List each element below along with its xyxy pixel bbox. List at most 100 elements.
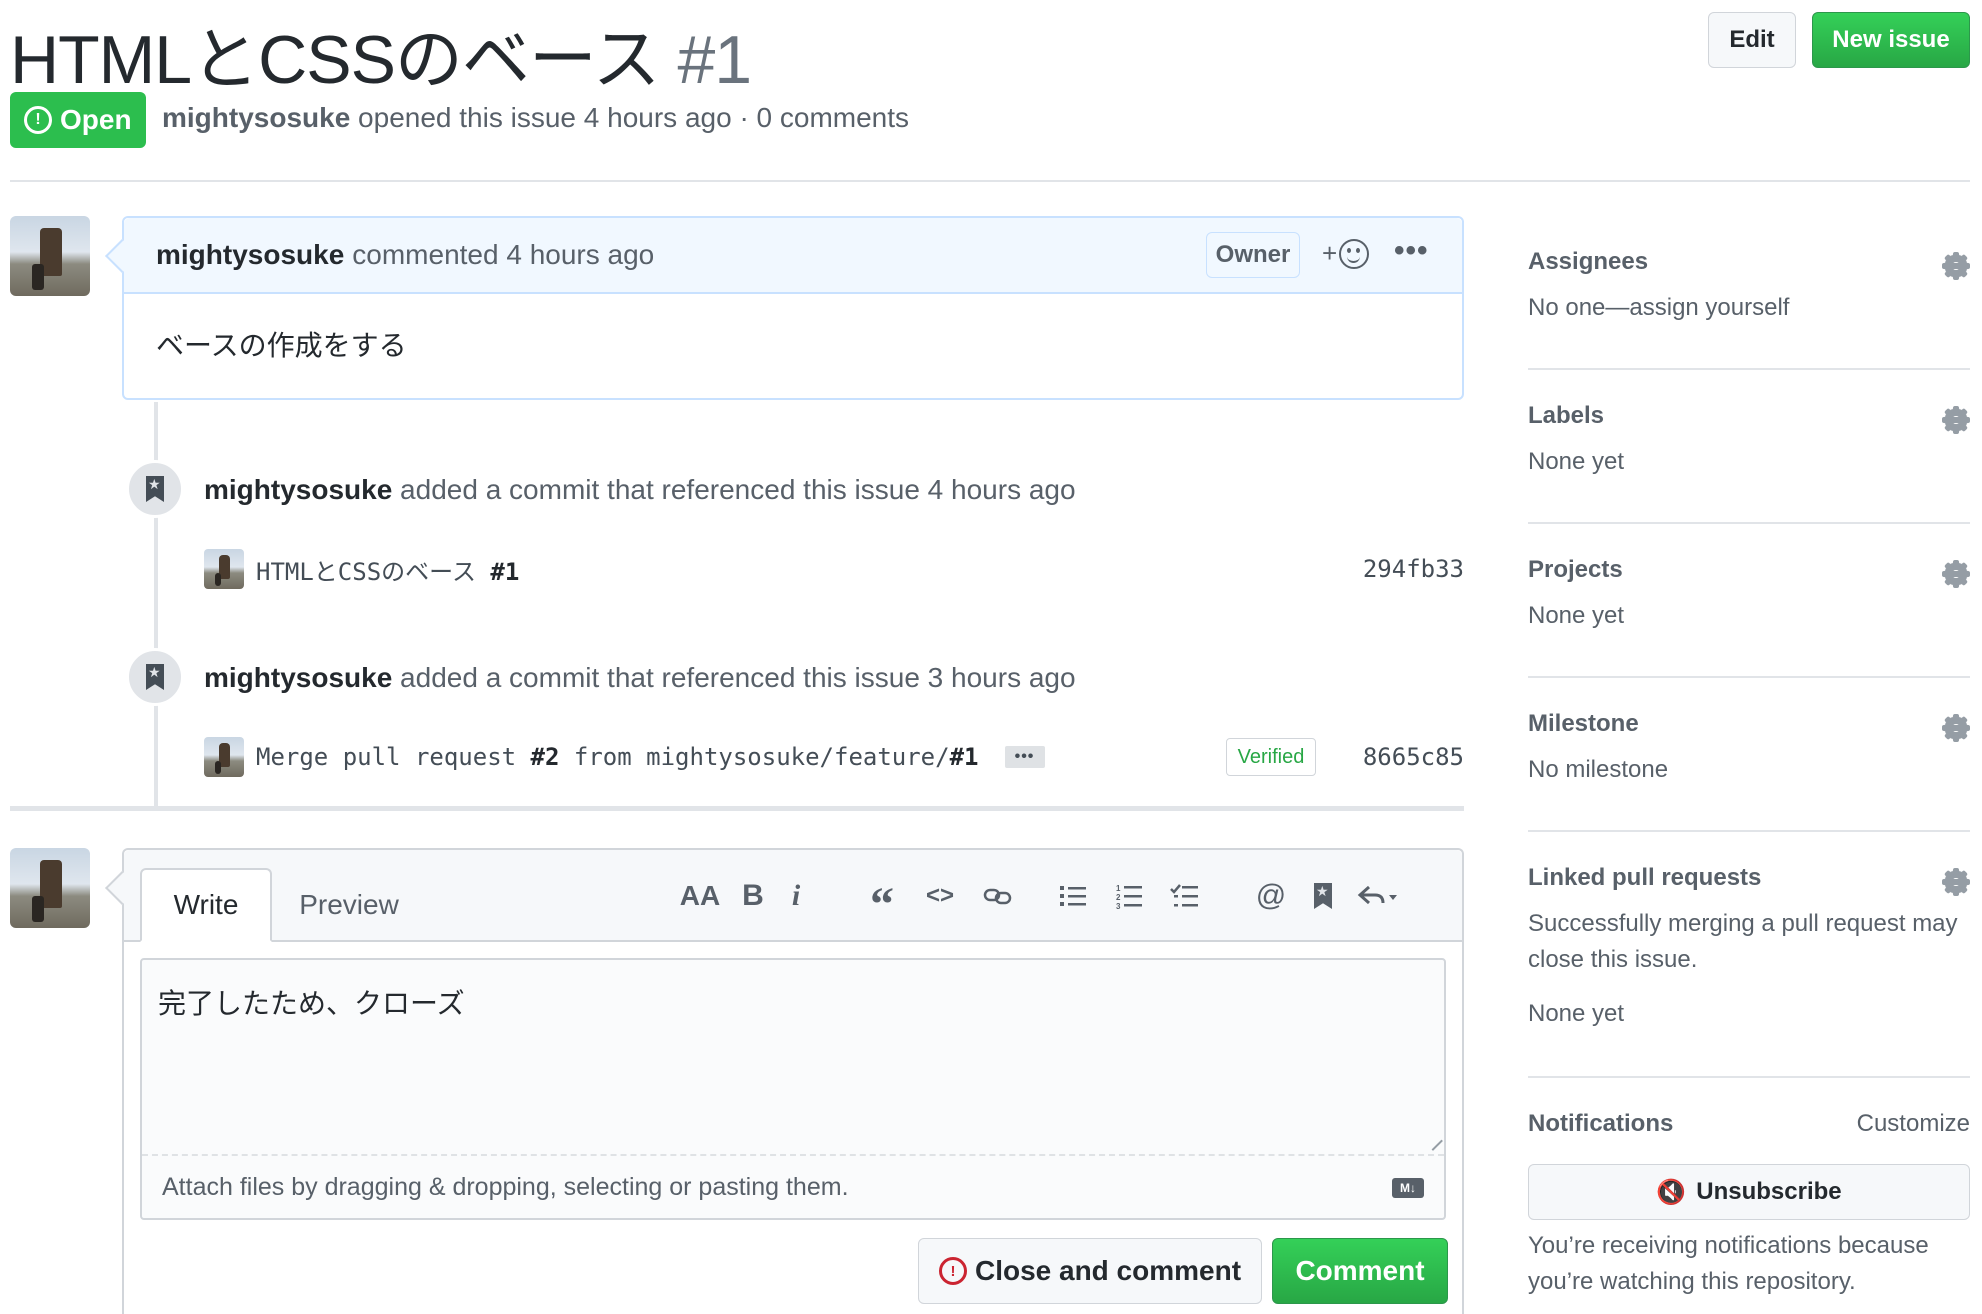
add-reaction-button[interactable]: +: [1322, 238, 1370, 269]
resize-handle[interactable]: [1423, 1131, 1443, 1151]
commit-row: HTMLとCSSのベース #1 294fb33: [204, 548, 1464, 590]
commit-issue-ref[interactable]: #1: [490, 558, 519, 586]
status-badge: ! Open: [10, 92, 146, 148]
commit-message-text[interactable]: from mightysosuke/feature/: [559, 743, 950, 771]
heading-icon[interactable]: AA: [680, 876, 720, 916]
issue-title: HTMLとCSSのベース #1: [10, 4, 752, 103]
ordered-list-icon[interactable]: 123: [1112, 876, 1146, 916]
milestone-heading[interactable]: Milestone: [1528, 710, 1970, 738]
gear-icon[interactable]: [1942, 406, 1970, 434]
linked-prs-desc: Successfully merging a pull request may …: [1528, 906, 1970, 978]
owner-badge: Owner: [1206, 232, 1300, 278]
new-issue-button[interactable]: New issue: [1812, 12, 1970, 68]
mention-icon[interactable]: @: [1254, 876, 1288, 916]
commit-message-text[interactable]: HTMLとCSSのベース: [256, 558, 490, 586]
plus-icon: +: [1322, 238, 1338, 268]
comment-author[interactable]: mightysosuke: [156, 239, 344, 271]
expand-commit-button[interactable]: •••: [1004, 746, 1045, 768]
svg-text:1: 1: [1116, 884, 1121, 893]
commit-issue-ref[interactable]: #1: [950, 743, 979, 771]
svg-text:3: 3: [1116, 902, 1121, 909]
link-icon[interactable]: [980, 876, 1016, 916]
commit-message[interactable]: HTMLとCSSのベース #1: [256, 552, 519, 587]
notifications-reason-line: you’re watching this repository.: [1528, 1268, 1856, 1295]
attach-hint: Attach files by dragging & dropping, sel…: [162, 1172, 849, 1201]
comment-textarea[interactable]: 完了したため、クローズ Attach files by dragging & d…: [140, 958, 1446, 1220]
header-divider: [10, 180, 1970, 182]
avatar[interactable]: [10, 216, 90, 296]
projects-value: None yet: [1528, 602, 1625, 629]
sidebar-divider: [1528, 830, 1970, 832]
timeline-event: mightysosuke added a commit that referen…: [204, 662, 1076, 694]
gear-icon[interactable]: [1942, 868, 1970, 896]
comment-button[interactable]: Comment: [1272, 1238, 1448, 1304]
notifications-reason: You’re receiving notifications because y…: [1528, 1228, 1970, 1300]
commit-sha[interactable]: 294fb33: [1363, 555, 1464, 583]
reply-icon[interactable]: [1354, 876, 1406, 916]
mute-icon: 🔇: [1656, 1178, 1687, 1206]
italic-icon[interactable]: i: [784, 876, 808, 916]
sidebar-divider: [1528, 676, 1970, 678]
bold-icon[interactable]: B: [738, 876, 768, 916]
event-author[interactable]: mightysosuke: [204, 474, 392, 505]
tab-write[interactable]: Write: [140, 868, 272, 942]
task-list-icon[interactable]: [1168, 876, 1202, 916]
customize-link[interactable]: Customize: [1857, 1106, 1970, 1142]
commit-row: Merge pull request #2 from mightysosuke/…: [204, 736, 1464, 778]
sidebar-labels: Labels None yet: [1528, 402, 1970, 480]
avatar[interactable]: [204, 549, 244, 589]
issue-meta: mightysosuke opened this issue 4 hours a…: [162, 102, 909, 134]
assignees-heading[interactable]: Assignees: [1528, 248, 1970, 276]
linked-prs-desc-line: close this issue.: [1528, 946, 1698, 973]
tab-preview[interactable]: Preview: [284, 868, 414, 942]
sidebar-projects: Projects None yet: [1528, 556, 1970, 634]
sidebar-notifications: Notifications Customize: [1528, 1110, 1970, 1138]
kebab-icon[interactable]: •••: [1394, 234, 1429, 268]
bookmark-icon: [146, 476, 164, 502]
gear-icon[interactable]: [1942, 714, 1970, 742]
unsubscribe-button[interactable]: 🔇 Unsubscribe: [1528, 1164, 1970, 1220]
commit-message[interactable]: Merge pull request #2 from mightysosuke/…: [256, 743, 979, 771]
comment-time[interactable]: commented 4 hours ago: [352, 239, 654, 271]
sidebar-milestone: Milestone No milestone: [1528, 710, 1970, 788]
sidebar-assignees: Assignees No one—assign yourself: [1528, 248, 1970, 326]
comment-form-header: Write Preview AA B i “ <> 123 @: [124, 850, 1462, 942]
verified-badge[interactable]: Verified: [1226, 738, 1316, 776]
avatar[interactable]: [204, 737, 244, 777]
author-link[interactable]: mightysosuke: [162, 102, 350, 133]
commit-pr-ref[interactable]: #2: [531, 743, 560, 771]
gear-icon[interactable]: [1942, 560, 1970, 588]
smiley-icon: [1339, 238, 1370, 269]
issue-title-text: HTMLとCSSのベース: [10, 22, 661, 98]
svg-text:2: 2: [1116, 893, 1121, 902]
quote-icon[interactable]: “: [864, 876, 900, 929]
projects-heading[interactable]: Projects: [1528, 556, 1970, 584]
linked-prs-heading[interactable]: Linked pull requests: [1528, 864, 1970, 892]
labels-heading[interactable]: Labels: [1528, 402, 1970, 430]
close-and-comment-button[interactable]: ! Close and comment: [918, 1238, 1262, 1304]
attach-files-area[interactable]: Attach files by dragging & dropping, sel…: [142, 1154, 1444, 1218]
commit-message-text[interactable]: Merge pull request: [256, 743, 531, 771]
avatar[interactable]: [10, 848, 90, 928]
issue-meta-text: opened this issue 4 hours ago · 0 commen…: [350, 102, 910, 133]
bookmark-badge: [126, 460, 184, 518]
gear-icon[interactable]: [1942, 252, 1970, 280]
close-and-comment-label: Close and comment: [974, 1255, 1242, 1286]
reference-icon[interactable]: [1308, 876, 1338, 916]
issue-number: #1: [677, 22, 752, 98]
notifications-reason-line: You’re receiving notifications because: [1528, 1232, 1929, 1259]
comment-header: mightysosuke commented 4 hours ago Owner…: [124, 218, 1462, 294]
linked-prs-desc-line: Successfully merging a pull request may: [1528, 910, 1958, 937]
bookmark-icon: [146, 664, 164, 690]
edit-button[interactable]: Edit: [1708, 12, 1796, 68]
event-author[interactable]: mightysosuke: [204, 662, 392, 693]
unordered-list-icon[interactable]: [1056, 876, 1090, 916]
unsubscribe-label: Unsubscribe: [1696, 1178, 1842, 1205]
comment-textarea-value[interactable]: 完了したため、クローズ: [158, 982, 465, 1022]
event-text: added a commit that referenced this issu…: [392, 474, 1076, 505]
sidebar-divider: [1528, 1076, 1970, 1078]
commit-sha[interactable]: 8665c85: [1363, 743, 1464, 771]
assignees-value[interactable]: No one—assign yourself: [1528, 290, 1970, 326]
code-icon[interactable]: <>: [920, 876, 960, 916]
markdown-icon[interactable]: M↓: [1392, 1178, 1424, 1198]
